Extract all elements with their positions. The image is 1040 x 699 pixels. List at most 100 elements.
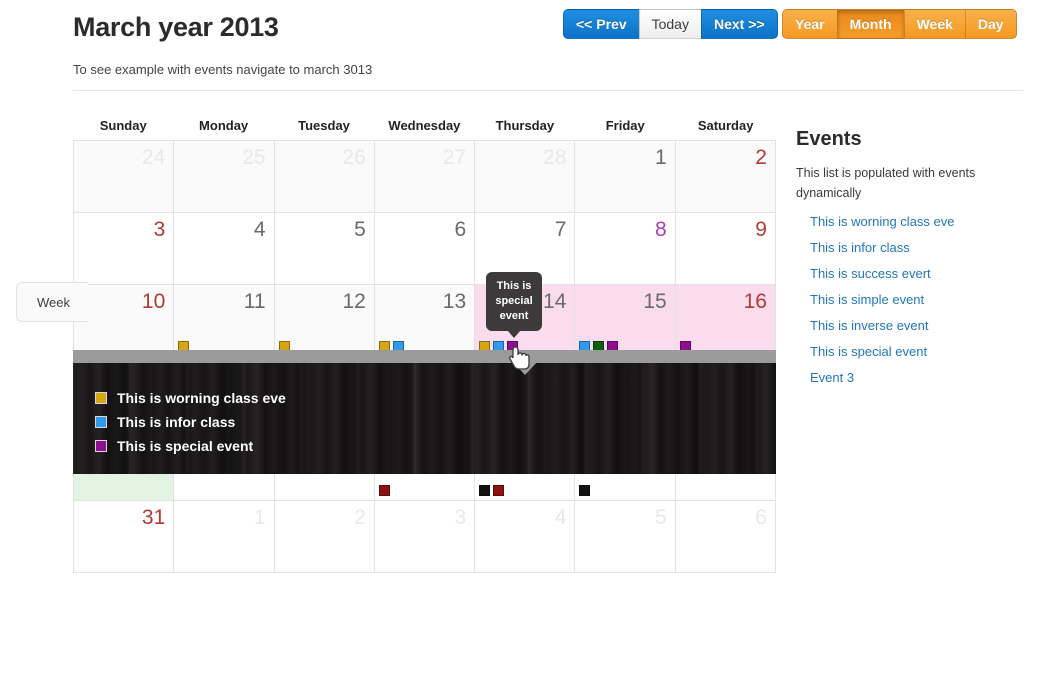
calendar-day-cell[interactable]: 1 [575,141,676,213]
day-number: 9 [755,218,767,241]
calendar-day-cell[interactable]: 13 [374,285,476,357]
events-list-item: Event 3 [810,365,1028,391]
calendar-week-row: 3 4 5 6 7 8 9 [74,213,776,285]
calendar-day-cell[interactable]: 16 [675,285,776,357]
day-number: 2 [354,506,366,529]
calendar-day-cell[interactable]: 1 [174,501,275,573]
day-number: 24 [141,146,166,169]
view-day-button[interactable]: Day [964,9,1017,39]
calendar-day-cell[interactable]: 31 [74,501,175,573]
calendar-day-cell[interactable]: 24 [74,141,175,213]
calendar-day-cell[interactable]: 5 [575,501,676,573]
events-link-list: This is worning class eve This is infor c… [796,209,1028,391]
event-marker[interactable] [579,485,591,496]
calendar-day-cell[interactable]: 15 [575,285,676,357]
events-description: This list is populated with events dynam… [796,166,976,200]
day-events-popup: This is worning class eve This is infor c… [73,350,776,474]
event-marker[interactable] [493,485,505,496]
events-list-item: This is infor class [810,235,1028,261]
calendar-day-cell[interactable]: 3 [74,213,175,285]
weekday-header-friday: Friday [605,118,645,133]
prev-button[interactable]: << Prev [563,9,639,39]
calendar-day-cell[interactable]: 2 [274,501,375,573]
calendar-day-cell[interactable]: 12 [274,285,375,357]
event-marker[interactable] [479,485,491,496]
calendar-day-cell[interactable]: 11 [174,285,275,357]
event-marker[interactable] [378,485,390,496]
event-link[interactable]: This is success evert [810,261,1028,287]
popup-top-bar [73,350,776,363]
event-link[interactable]: This is inverse event [810,313,1028,339]
events-list-item: This is success evert [810,261,1028,287]
day-number: 5 [655,506,667,529]
events-list-item: This is inverse event [810,313,1028,339]
event-link[interactable]: This is simple event [810,287,1028,313]
header-divider [73,90,1023,91]
day-number: 14 [543,290,567,313]
calendar-day-cell[interactable]: 6 [675,501,776,573]
day-number: 11 [243,290,266,313]
calendar-day-cell[interactable]: 27 [374,141,476,213]
events-list-item: This is special event [810,339,1028,365]
day-event-markers [579,485,591,496]
page-subtitle: To see example with events navigate to m… [73,62,373,77]
calendar-week-row: 31 1 2 3 4 5 6 [74,501,776,573]
event-link[interactable]: This is worning class eve [810,209,1028,235]
today-button[interactable]: Today [638,9,701,39]
day-number: 27 [442,146,467,169]
day-number: 10 [141,290,166,313]
calendar-week-row: 24 25 26 27 28 1 2 [74,141,776,213]
weekday-header-thursday: Thursday [495,118,555,133]
calendar-day-cell[interactable]: 3 [374,501,476,573]
day-event-markers [378,485,390,496]
view-year-button[interactable]: Year [782,9,837,39]
view-week-button[interactable]: Week [903,9,965,39]
popup-event-item[interactable]: This is special event [95,438,286,454]
calendar-day-cell[interactable]: 25 [174,141,275,213]
day-number: 6 [454,218,467,241]
popup-arrow-icon [512,361,538,375]
calendar-day-cell[interactable]: 8 [575,213,676,285]
calendar-day-cell[interactable]: 9 [675,213,776,285]
event-link[interactable]: This is special event [810,339,1028,365]
popup-event-item[interactable]: This is infor class [95,414,286,430]
popup-event-label: This is infor class [117,414,236,430]
popup-event-item[interactable]: This is worning class eve [95,390,286,406]
calendar-day-cell[interactable]: 5 [274,213,375,285]
calendar: Sunday Monday Tuesday Wednesday Thursday Frid… [16,118,776,573]
calendar-week-row: Week 10 11 12 13 14 15 16 [16,282,776,357]
day-number: 31 [141,506,166,529]
event-link[interactable]: Event 3 [810,365,1028,391]
calendar-day-cell[interactable]: 2 [675,141,776,213]
calendar-day-cell[interactable]: 4 [475,501,576,573]
calendar-page: March year 2013 To see example with even… [0,0,1040,699]
day-number: 25 [242,146,266,169]
calendar-day-cell[interactable]: 4 [174,213,275,285]
calendar-day-cell[interactable]: 6 [374,213,476,285]
calendar-day-cell[interactable]: 26 [274,141,375,213]
day-number: 7 [554,218,567,241]
day-number: 1 [253,506,266,529]
popup-event-label: This is worning class eve [117,390,286,406]
day-number: 1 [655,146,667,169]
events-heading: Events [796,128,862,150]
day-number: 3 [153,218,166,241]
event-color-swatch [95,392,107,404]
next-button[interactable]: Next >> [700,9,778,39]
day-number: 5 [354,218,366,241]
view-month-button[interactable]: Month [836,9,904,39]
calendar-day-cell[interactable]: 28 [475,141,576,213]
event-link[interactable]: This is infor class [810,235,1028,261]
day-number: 3 [454,506,467,529]
events-sidebar: Events This list is populated with event… [796,128,1028,391]
day-number: 4 [253,218,266,241]
calendar-day-cell[interactable]: 10 [74,285,175,357]
day-event-markers [479,485,505,496]
event-tooltip: This is special event [486,272,542,338]
events-list-item: This is worning class eve [810,209,1028,235]
page-title: March year 2013 [73,12,279,42]
events-list-item: This is simple event [810,287,1028,313]
weekday-header-monday: Monday [199,118,249,133]
weekday-header-tuesday: Tuesday [298,118,350,133]
event-color-swatch [95,416,107,428]
